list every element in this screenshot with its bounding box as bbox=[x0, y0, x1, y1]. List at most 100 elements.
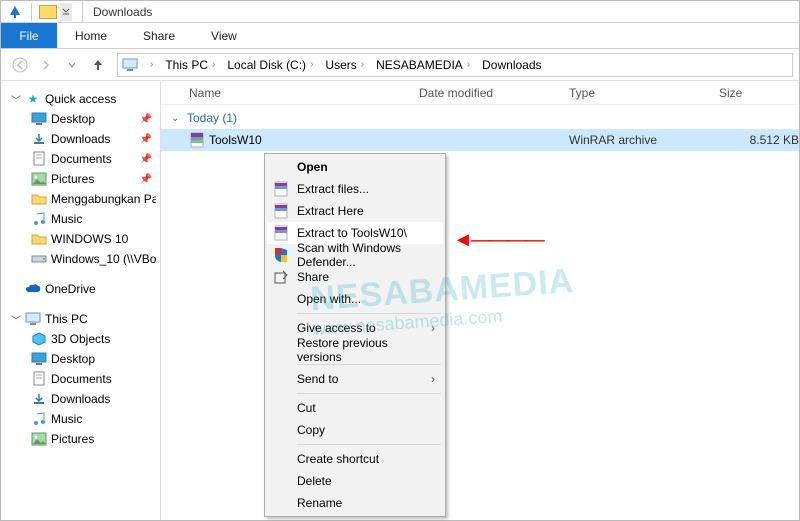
crumb-this-pc[interactable]: This PC› bbox=[161, 58, 223, 72]
file-list: Name Date modified Type Size ⌄ Today (1)… bbox=[161, 81, 799, 520]
up-button[interactable] bbox=[85, 52, 111, 78]
pc-icon bbox=[122, 58, 138, 72]
menu-label: Extract files... bbox=[297, 182, 369, 196]
desktop-icon bbox=[31, 111, 47, 127]
tree-label: Windows_10 (\\VBo bbox=[51, 252, 156, 266]
back-button[interactable] bbox=[7, 52, 33, 78]
recent-dropdown[interactable] bbox=[59, 52, 85, 78]
music-icon bbox=[31, 211, 47, 227]
file-size: 8.512 KB bbox=[719, 133, 799, 147]
col-name[interactable]: Name bbox=[189, 86, 419, 100]
tree-label: Desktop bbox=[51, 112, 95, 126]
tree-this-pc[interactable]: ﹀ This PC bbox=[5, 309, 156, 329]
title-bar: Downloads bbox=[1, 1, 799, 23]
file-row[interactable]: ToolsW10 WinRAR archive 8.512 KB bbox=[161, 129, 799, 151]
qat-pin-icon[interactable] bbox=[5, 3, 25, 21]
file-tab[interactable]: File bbox=[1, 23, 57, 48]
context-menu[interactable]: Open Extract files... Extract Here Extra… bbox=[264, 153, 446, 517]
tree-pc-downloads[interactable]: Downloads bbox=[5, 389, 156, 409]
tree-quick-access[interactable]: ﹀ ★ Quick access bbox=[5, 89, 156, 109]
tree-pc-3d[interactable]: 3D Objects bbox=[5, 329, 156, 349]
tree-item-downloads[interactable]: Downloads📌 bbox=[5, 129, 156, 149]
tab-view[interactable]: View bbox=[193, 23, 255, 48]
group-header[interactable]: ⌄ Today (1) bbox=[161, 105, 799, 129]
menu-label: Extract to ToolsW10\ bbox=[297, 226, 407, 240]
menu-label: Extract Here bbox=[297, 204, 364, 218]
menu-cut[interactable]: Cut bbox=[267, 397, 443, 419]
crumb-users[interactable]: Users› bbox=[321, 58, 372, 72]
menu-extract-files[interactable]: Extract files... bbox=[267, 178, 443, 200]
crumb-label: This PC bbox=[165, 58, 208, 72]
menu-restore[interactable]: Restore previous versions bbox=[267, 339, 443, 361]
qat-dropdown-icon[interactable] bbox=[60, 3, 72, 21]
tree-onedrive[interactable]: OneDrive bbox=[5, 279, 156, 299]
tree-item-netdrive[interactable]: Windows_10 (\\VBo bbox=[5, 249, 156, 269]
menu-delete[interactable]: Delete bbox=[267, 470, 443, 492]
3d-icon bbox=[31, 331, 47, 347]
col-type[interactable]: Type bbox=[569, 86, 719, 100]
crumb-local-disk[interactable]: Local Disk (C:)› bbox=[223, 58, 321, 72]
menu-share[interactable]: Share bbox=[267, 266, 443, 288]
menu-rename[interactable]: Rename bbox=[267, 492, 443, 514]
menu-separator bbox=[297, 393, 441, 394]
menu-copy[interactable]: Copy bbox=[267, 419, 443, 441]
tree-item-music[interactable]: Music bbox=[5, 209, 156, 229]
folder-icon[interactable] bbox=[38, 3, 58, 21]
menu-defender[interactable]: Scan with Windows Defender... bbox=[267, 244, 443, 266]
menu-send-to[interactable]: Send to› bbox=[267, 368, 443, 390]
tab-home[interactable]: Home bbox=[57, 23, 125, 48]
tree-item-folder-2[interactable]: WINDOWS 10 bbox=[5, 229, 156, 249]
annotation-arrow: ◄———— bbox=[453, 229, 543, 252]
navigation-bar: › This PC› Local Disk (C:)› Users› NESAB… bbox=[1, 49, 799, 81]
tree-label: Downloads bbox=[51, 392, 110, 406]
menu-create-shortcut[interactable]: Create shortcut bbox=[267, 448, 443, 470]
forward-button[interactable] bbox=[33, 52, 59, 78]
shield-icon bbox=[271, 245, 291, 265]
file-type: WinRAR archive bbox=[569, 133, 719, 147]
column-headers[interactable]: Name Date modified Type Size bbox=[161, 81, 799, 105]
crumb-nesabamedia[interactable]: NESABAMEDIA› bbox=[372, 58, 478, 72]
tree-item-desktop[interactable]: Desktop📌 bbox=[5, 109, 156, 129]
tree-label: Menggabungkan Pa bbox=[51, 192, 156, 206]
music-icon bbox=[31, 411, 47, 427]
folder-icon bbox=[31, 231, 47, 247]
crumb-label: Users bbox=[325, 58, 356, 72]
tree-item-folder-1[interactable]: Menggabungkan Pa bbox=[5, 189, 156, 209]
tree-pc-desktop[interactable]: Desktop bbox=[5, 349, 156, 369]
tree-pc-documents[interactable]: Documents bbox=[5, 369, 156, 389]
expand-icon[interactable]: ﹀ bbox=[11, 92, 23, 107]
menu-label: Share bbox=[297, 270, 329, 284]
pin-icon: 📌 bbox=[140, 174, 156, 185]
menu-label: Copy bbox=[297, 423, 325, 437]
tree-label: Quick access bbox=[45, 92, 116, 106]
tree-item-documents[interactable]: Documents📌 bbox=[5, 149, 156, 169]
tree-item-pictures[interactable]: Pictures 📌 bbox=[5, 169, 156, 189]
tab-share[interactable]: Share bbox=[125, 23, 193, 48]
documents-icon bbox=[31, 151, 47, 167]
navigation-tree[interactable]: ﹀ ★ Quick access Desktop📌 Downloads📌 Doc… bbox=[1, 81, 161, 520]
expand-icon[interactable]: ﹀ bbox=[11, 312, 23, 327]
tree-label: Pictures bbox=[51, 172, 94, 186]
rar-icon bbox=[189, 132, 205, 148]
tree-pc-music[interactable]: Music bbox=[5, 409, 156, 429]
crumb-downloads[interactable]: Downloads bbox=[478, 58, 545, 72]
menu-open-with[interactable]: Open with... bbox=[267, 288, 443, 310]
col-date[interactable]: Date modified bbox=[419, 86, 569, 100]
tree-label: 3D Objects bbox=[51, 332, 110, 346]
tree-label: WINDOWS 10 bbox=[51, 232, 128, 246]
col-size[interactable]: Size bbox=[719, 86, 799, 100]
window-title: Downloads bbox=[93, 5, 152, 19]
menu-extract-here[interactable]: Extract Here bbox=[267, 200, 443, 222]
address-bar[interactable]: › This PC› Local Disk (C:)› Users› NESAB… bbox=[117, 53, 793, 77]
folder-icon bbox=[31, 191, 47, 207]
tree-pc-pictures[interactable]: Pictures bbox=[5, 429, 156, 449]
ribbon-tabs: File Home Share View bbox=[1, 23, 799, 49]
tree-label: Documents bbox=[51, 372, 112, 386]
pictures-icon bbox=[31, 171, 47, 187]
menu-separator bbox=[297, 364, 441, 365]
menu-label: Create shortcut bbox=[297, 452, 379, 466]
menu-open[interactable]: Open bbox=[267, 156, 443, 178]
menu-label: Give access to bbox=[297, 321, 376, 335]
crumb-chevron-root[interactable]: › bbox=[142, 59, 161, 70]
chevron-down-icon[interactable]: ⌄ bbox=[171, 113, 183, 124]
